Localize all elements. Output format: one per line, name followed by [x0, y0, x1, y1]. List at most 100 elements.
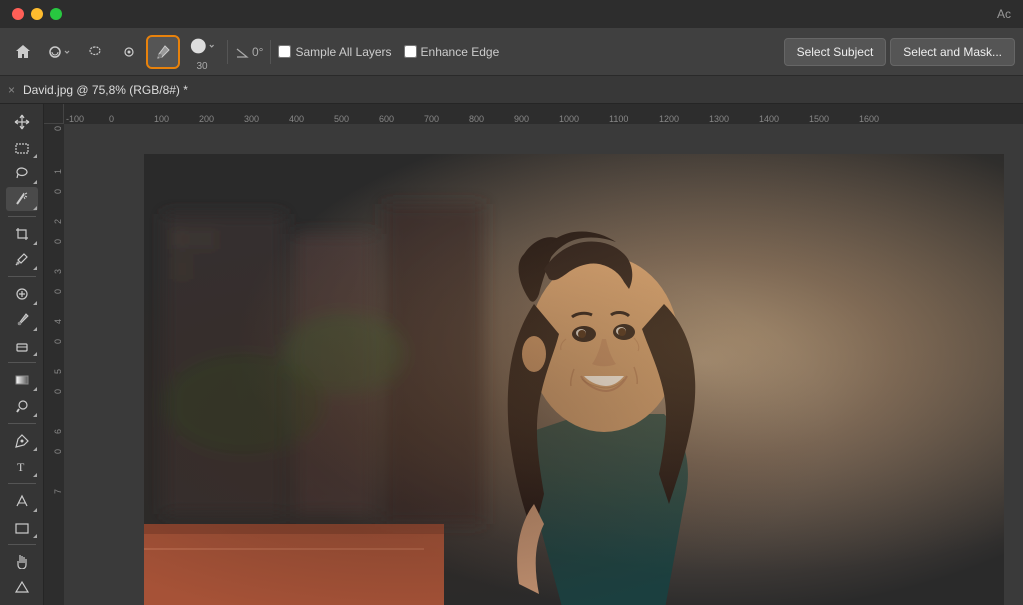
crop-tool-icon [14, 226, 30, 242]
enhance-edge-group: Enhance Edge [404, 45, 500, 59]
main-toolbar: 30 0° Sample All Layers Enhance Edge Sel… [0, 28, 1023, 76]
shape-tool-icon [14, 519, 30, 535]
dodge-tool-button[interactable] [6, 394, 38, 418]
ruler-label: 800 [469, 114, 484, 124]
crop-tool-button[interactable] [6, 222, 38, 246]
ruler-left: 0 1 0 2 0 3 0 4 0 5 0 6 0 7 [44, 124, 64, 605]
left-separator-5 [8, 483, 36, 484]
enhance-edge-checkbox[interactable] [404, 45, 417, 58]
ruler-label: 400 [289, 114, 304, 124]
zoom-tool-icon [14, 579, 30, 595]
hand-tool-button[interactable] [6, 549, 38, 573]
sample-all-layers-checkbox[interactable] [278, 45, 291, 58]
magic-wand-tool-button[interactable] [6, 187, 38, 211]
angle-icon [235, 45, 249, 59]
canvas-content [64, 124, 1023, 605]
app-title: Ac [997, 7, 1011, 21]
text-tool-icon: T [14, 458, 30, 474]
svg-text:T: T [17, 460, 25, 474]
gradient-tool-button[interactable] [6, 368, 38, 392]
ruler-label: 1 [53, 169, 63, 174]
triangle-indicator [33, 327, 37, 331]
tab-bar: × David.jpg @ 75,8% (RGB/8#) * [0, 76, 1023, 104]
shape-tool-button[interactable] [6, 515, 38, 539]
left-separator-3 [8, 362, 36, 363]
triangle-indicator [33, 534, 37, 538]
minimize-button[interactable] [31, 8, 43, 20]
ruler-label: 1300 [709, 114, 729, 124]
eraser-tool-button[interactable] [6, 334, 38, 358]
ruler-label: 1000 [559, 114, 579, 124]
main-area: T [0, 104, 1023, 605]
ruler-label: 0 [53, 126, 63, 131]
photo-background [144, 154, 1004, 605]
hand-tool-icon [14, 553, 30, 569]
traffic-lights [12, 8, 62, 20]
left-separator-1 [8, 216, 36, 217]
triangle-indicator [33, 206, 37, 210]
lasso-icon [87, 44, 103, 60]
select-and-mask-button[interactable]: Select and Mask... [890, 38, 1015, 66]
triangle-indicator [33, 301, 37, 305]
ruler-label: 2 [53, 219, 63, 224]
ruler-label: 0 [53, 339, 63, 344]
home-button[interactable] [8, 37, 38, 67]
triangle-indicator [33, 447, 37, 451]
canvas-area: -100 0 100 200 300 400 500 600 700 800 9… [44, 104, 1023, 605]
heal-tool-button[interactable] [6, 282, 38, 306]
magic-wand-icon [121, 44, 137, 60]
ruler-label: 200 [199, 114, 214, 124]
lasso-tool-icon [14, 165, 30, 181]
ruler-label: 4 [53, 319, 63, 324]
lasso-tool-button[interactable] [6, 161, 38, 185]
close-button[interactable] [12, 8, 24, 20]
ruler-label: -100 [64, 114, 84, 124]
brush-tool-button[interactable] [6, 308, 38, 332]
move-tool-icon [14, 114, 30, 130]
left-separator-6 [8, 544, 36, 545]
pen-tool-button[interactable] [6, 429, 38, 453]
ruler-corner [44, 104, 64, 124]
brush-size-button[interactable] [184, 31, 220, 61]
ruler-label: 6 [53, 429, 63, 434]
zoom-tool-button[interactable] [6, 575, 38, 599]
ruler-label: 0 [53, 389, 63, 394]
tab-close-button[interactable]: × [8, 83, 15, 97]
home-icon [14, 43, 32, 61]
photo-overlay [144, 154, 1004, 605]
move-tool-button[interactable] [6, 110, 38, 134]
left-separator-4 [8, 423, 36, 424]
text-tool-button[interactable]: T [6, 454, 38, 478]
eyedropper-tool-button[interactable] [6, 248, 38, 272]
triangle-indicator [33, 352, 37, 356]
triangle-indicator [33, 154, 37, 158]
dodge-tool-icon [14, 398, 30, 414]
active-tool-button[interactable] [148, 37, 178, 67]
ruler-label: 100 [154, 114, 169, 124]
triangle-indicator [33, 266, 37, 270]
triangle-indicator [33, 387, 37, 391]
dropdown-arrow-icon [63, 48, 71, 56]
magic-wand-button[interactable] [114, 37, 144, 67]
ruler-label: 0 [53, 239, 63, 244]
path-tool-button[interactable] [6, 489, 38, 513]
triangle-indicator [33, 180, 37, 184]
active-brush-icon [155, 44, 171, 60]
enhance-edge-label: Enhance Edge [421, 45, 500, 59]
ruler-label: 1200 [659, 114, 679, 124]
left-separator-2 [8, 276, 36, 277]
eraser-tool-icon [14, 338, 30, 354]
magic-wand-tool-icon [14, 191, 30, 207]
angle-group: 0° [235, 45, 263, 59]
select-subject-button[interactable]: Select Subject [784, 38, 887, 66]
photo-canvas [144, 154, 1004, 605]
ruler-label: 1600 [859, 114, 879, 124]
lasso-button[interactable] [80, 37, 110, 67]
maximize-button[interactable] [50, 8, 62, 20]
marquee-tool-button[interactable] [6, 136, 38, 160]
ruler-label: 500 [334, 114, 349, 124]
brush-dropdown-button[interactable] [42, 37, 76, 67]
ruler-label: 5 [53, 369, 63, 374]
ruler-label: 0 [53, 189, 63, 194]
ruler-label: 300 [244, 114, 259, 124]
